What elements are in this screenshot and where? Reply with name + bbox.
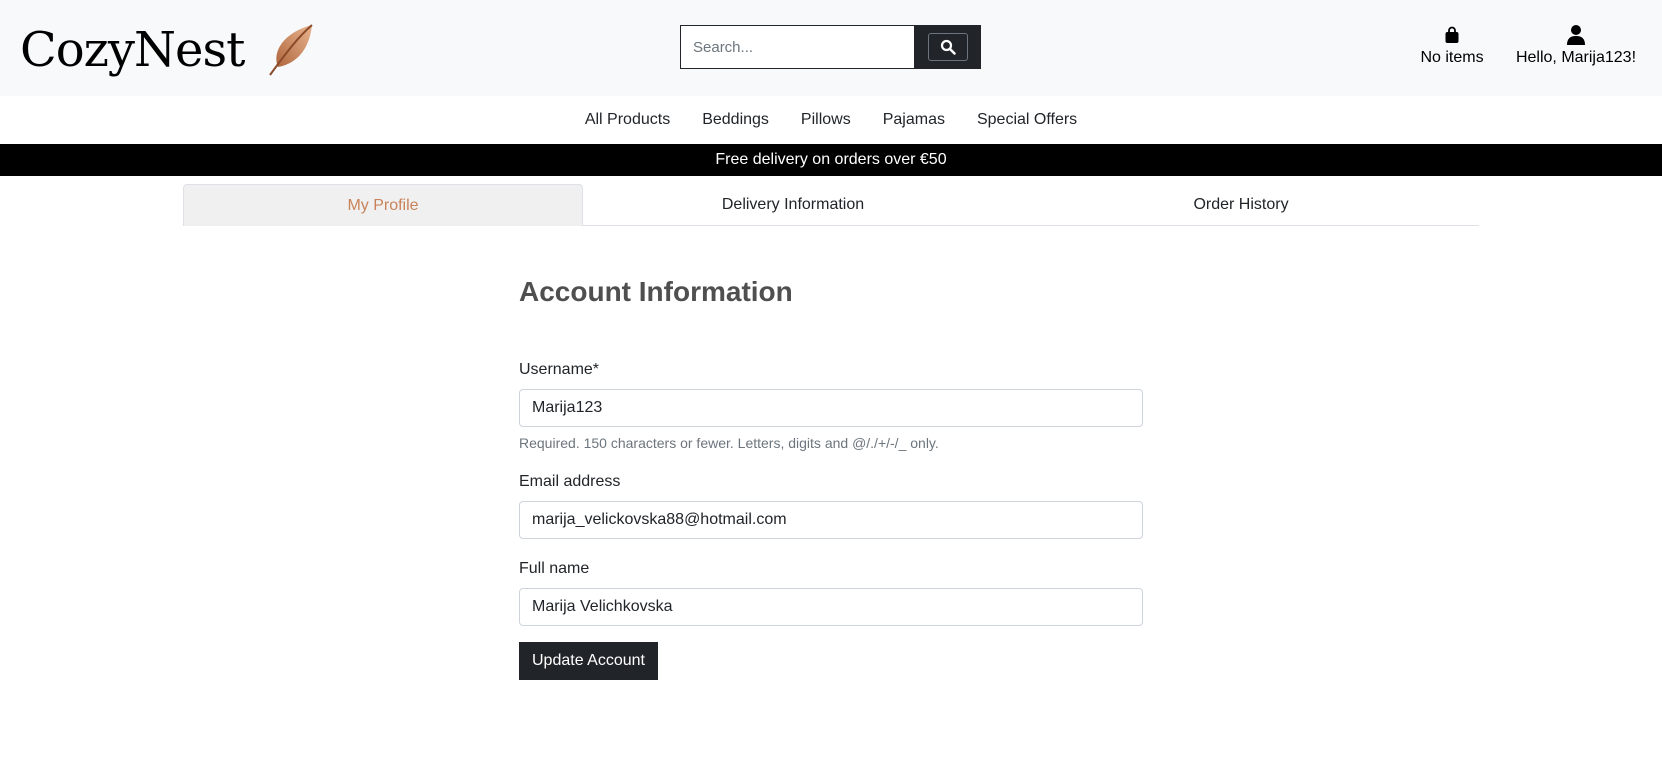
search-button[interactable] — [914, 25, 981, 69]
logo-link[interactable]: CozyNest — [20, 14, 316, 86]
bag-status-label: No items — [1420, 49, 1484, 66]
email-label: Email address — [519, 473, 621, 490]
tab-delivery-information[interactable]: Delivery Information — [583, 184, 1003, 226]
search-input[interactable] — [680, 25, 914, 69]
nav-pajamas[interactable]: Pajamas — [883, 111, 945, 129]
tab-order-history[interactable]: Order History — [1003, 184, 1479, 226]
fullname-label: Full name — [519, 560, 590, 577]
username-field[interactable] — [519, 389, 1143, 427]
page-title: Account Information — [519, 276, 793, 307]
main-nav: All Products Beddings Pillows Pajamas Sp… — [0, 96, 1662, 144]
email-field[interactable] — [519, 501, 1143, 539]
account-form-section: Account Information Username* Required. … — [519, 270, 1143, 680]
update-account-button[interactable]: Update Account — [519, 642, 658, 680]
profile-tabs: My Profile Delivery Information Order Hi… — [183, 184, 1479, 226]
username-help-text: Required. 150 characters or fewer. Lette… — [519, 435, 939, 451]
username-group: Username* Required. 150 characters or fe… — [519, 360, 1143, 452]
shopping-bag-icon — [1445, 26, 1459, 43]
fullname-field[interactable] — [519, 588, 1143, 626]
nav-all-products[interactable]: All Products — [585, 111, 670, 129]
user-icon — [1567, 25, 1585, 45]
search-button-frame — [927, 33, 968, 61]
account-form: Username* Required. 150 characters or fe… — [519, 360, 1143, 680]
feather-logo-icon — [269, 24, 314, 76]
account-greeting: Hello, Marija123! — [1515, 49, 1637, 66]
search-icon — [940, 39, 956, 55]
delivery-banner: Free delivery on orders over €50 — [0, 144, 1662, 176]
search-form — [680, 25, 981, 69]
site-header: CozyNest No — [0, 0, 1662, 96]
email-group: Email address — [519, 472, 1143, 539]
logo-text: CozyNest — [20, 22, 245, 78]
username-label: Username* — [519, 361, 600, 378]
shopping-bag-link[interactable]: No items — [1410, 24, 1494, 67]
fullname-group: Full name — [519, 559, 1143, 626]
tab-my-profile[interactable]: My Profile — [183, 184, 583, 226]
account-link[interactable]: Hello, Marija123! — [1510, 24, 1642, 67]
nav-pillows[interactable]: Pillows — [801, 111, 851, 129]
nav-beddings[interactable]: Beddings — [702, 111, 769, 129]
nav-special-offers[interactable]: Special Offers — [977, 111, 1077, 129]
delivery-banner-text: Free delivery on orders over €50 — [715, 151, 947, 168]
